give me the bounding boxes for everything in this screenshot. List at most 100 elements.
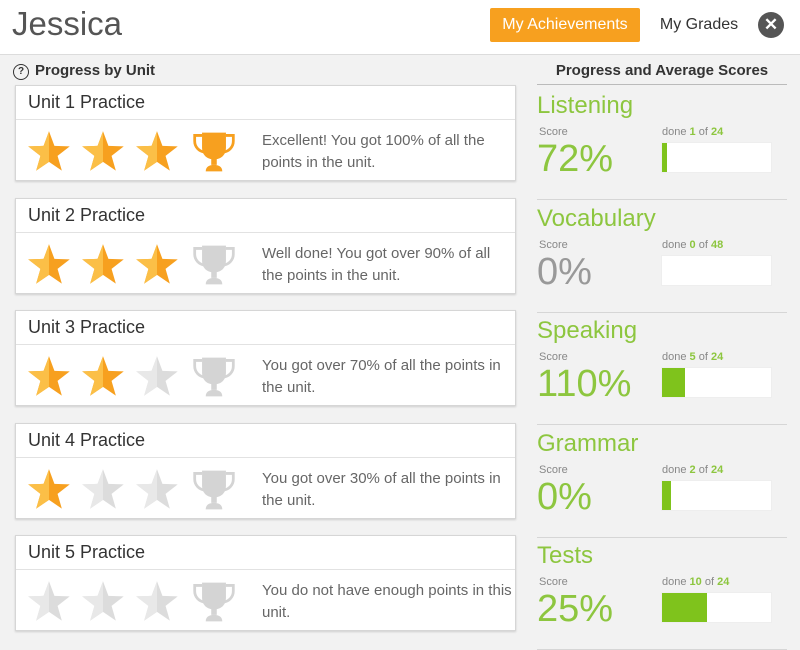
unit-card[interactable]: Unit 2 Practice Well done! You got over 9… [15,197,516,295]
progress-bar-fill [662,593,708,622]
score-label: Score [539,576,568,588]
of-label: of [698,126,708,138]
unit-card[interactable]: Unit 4 Practice You got over 30% of all t… [15,422,516,520]
star-icon [134,579,180,625]
unit-body: You got over 30% of all the points in th… [16,458,515,520]
done-value: 1 [689,126,696,138]
score-label: Score [539,351,568,363]
progress-bar [661,367,772,398]
tab-my-achievements[interactable]: My Achievements [490,8,640,42]
unit-body: You do not have enough points in this un… [16,570,515,632]
trophy-icon [191,242,237,288]
total-value: 48 [710,238,724,251]
progress-bar-fill [662,143,667,172]
done-value: 2 [689,463,696,476]
done-count: done 10 of 24 [662,576,729,588]
score-value: 25% [537,588,614,630]
star-icon [80,579,126,625]
help-icon[interactable]: ? [13,64,29,80]
progress-bar-fill [662,368,685,397]
star-icon [80,129,126,175]
score-value: 110% [537,363,632,405]
progress-bar [661,479,772,511]
user-name: Jessica [12,5,123,42]
unit-card[interactable]: Unit 1 Practice Excellent! You got 100% o… [15,85,516,181]
progress-by-unit-heading: ? Progress by Unit [13,62,155,80]
skill-row: Grammar Score 0% done 2 of 24 [537,430,787,538]
of-label: of [704,576,715,588]
star-icon [134,354,180,400]
unit-title: Unit 2 Practice [16,199,515,233]
unit-body: You got over 70% of all the points in th… [16,345,515,407]
header-bar: Jessica My Achievements My Grades ✕ [0,0,800,55]
skill-name: Vocabulary [537,204,656,232]
score-value: 72% [537,138,614,180]
star-icon [26,242,72,288]
done-label: done [662,126,687,138]
total-value: 24 [710,126,724,138]
star-icon [26,129,72,175]
total-value: 24 [717,576,730,588]
of-label: of [698,351,708,363]
skill-row: Vocabulary Score 0% done 0 of 48 [537,205,787,313]
tab-my-grades[interactable]: My Grades [648,8,750,42]
done-count: done 1 of 24 [662,126,723,138]
unit-title: Unit 5 Practice [16,536,515,570]
skill-name: Listening [537,92,634,119]
of-label: of [698,238,708,251]
score-label: Score [539,463,568,476]
done-value: 5 [689,351,696,363]
star-icon [134,467,180,513]
progress-by-unit-label: Progress by Unit [35,62,156,79]
unit-title: Unit 4 Practice [16,424,515,458]
star-icon [134,242,180,288]
unit-message: Excellent! You got 100% of all the point… [262,132,485,171]
star-icon [80,242,126,288]
unit-body: Excellent! You got 100% of all the point… [16,120,515,182]
score-value: 0% [537,475,592,518]
skill-name: Tests [537,542,594,569]
unit-card[interactable]: Unit 5 Practice You do not have enough po… [15,535,516,631]
score-value: 0% [537,250,592,293]
total-value: 24 [710,351,724,363]
trophy-icon [191,354,237,400]
star-icon [80,467,126,513]
of-label: of [698,463,708,476]
done-label: done [662,238,687,251]
unit-card[interactable]: Unit 3 Practice You got over 70% of all t… [15,310,516,406]
trophy-icon [191,129,237,175]
progress-scores-heading: Progress and Average Scores [537,62,787,85]
progress-bar-fill [662,480,672,510]
progress-bar [661,592,772,623]
unit-title: Unit 3 Practice [16,311,515,345]
unit-title: Unit 1 Practice [16,86,515,120]
done-count: done 0 of 48 [662,239,723,251]
trophy-icon [191,467,237,513]
progress-bar [661,142,772,173]
score-label: Score [539,126,568,138]
score-label: Score [539,238,568,251]
trophy-icon [191,579,237,625]
star-icon [134,129,180,175]
done-value: 10 [689,576,702,588]
skill-row: Speaking Score 110% done 5 of 24 [537,317,787,425]
done-label: done [662,463,687,476]
unit-message: You got over 30% of all the points in th… [262,469,501,509]
star-icon [26,467,72,513]
skill-name: Speaking [537,317,638,344]
progress-bar [661,254,772,286]
star-icon [26,354,72,400]
skill-row: Tests Score 25% done 10 of 24 [537,542,787,650]
unit-body: Well done! You got over 90% of all the p… [16,233,515,295]
star-icon [80,354,126,400]
total-value: 24 [710,463,724,476]
star-icon [26,579,72,625]
unit-message: You do not have enough points in this un… [262,582,512,621]
done-label: done [662,351,687,363]
skill-row: Listening Score 72% done 1 of 24 [537,92,787,200]
skill-name: Grammar [537,429,639,457]
done-count: done 5 of 24 [662,351,723,363]
close-icon[interactable]: ✕ [758,12,784,38]
unit-message: Well done! You got over 90% of all the p… [262,244,491,284]
done-label: done [662,576,687,588]
